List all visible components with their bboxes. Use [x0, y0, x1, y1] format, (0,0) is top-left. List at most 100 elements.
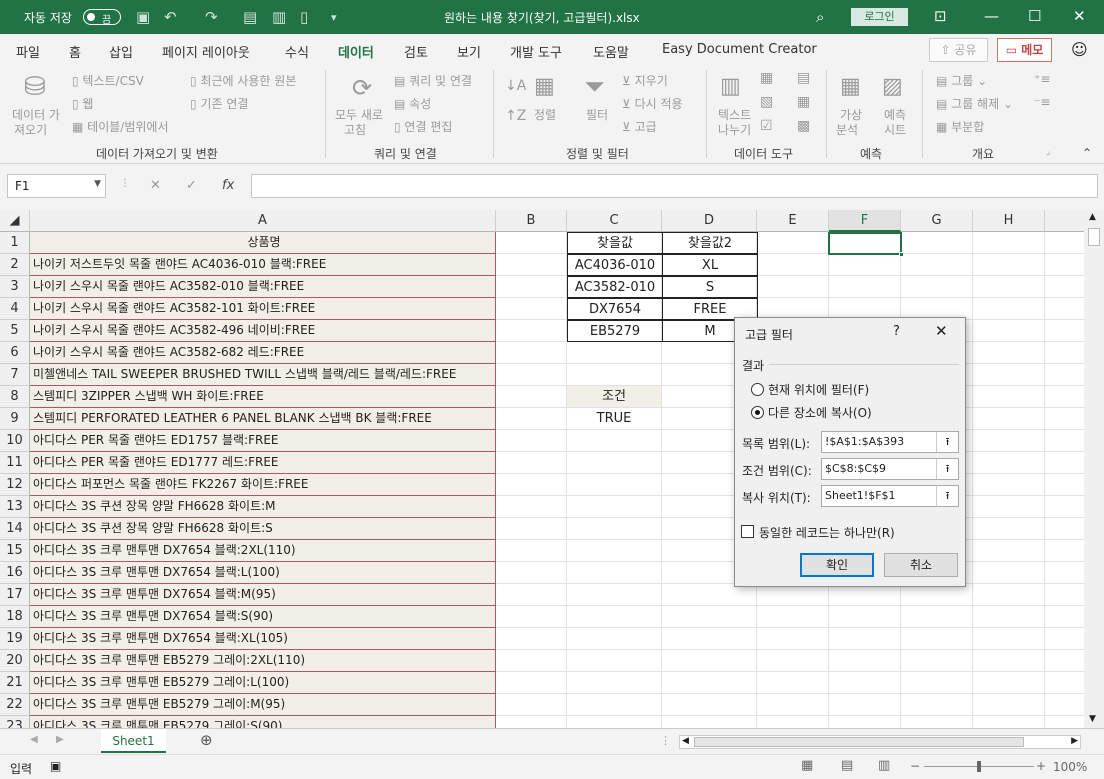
select-all-corner[interactable]: ◢: [0, 210, 30, 232]
sort-desc-icon[interactable]: ↑Z: [505, 108, 526, 124]
undo-icon[interactable]: ↶: [164, 8, 177, 26]
criteria-value-cell[interactable]: AC3582-010: [567, 276, 663, 298]
criteria-range-field[interactable]: $C$8:$C$9 ⭱: [821, 458, 959, 480]
group-button[interactable]: ▤ 그룹 ⌄: [936, 72, 987, 89]
product-name-cell[interactable]: 미첼앤네스 TAIL SWEEPER BRUSHED TWILL 스냅백 블랙/…: [30, 364, 496, 386]
tab-file[interactable]: 파일: [16, 42, 40, 61]
zoom-slider-thumb[interactable]: [977, 761, 981, 772]
column-header-a[interactable]: A: [30, 210, 496, 232]
row-header[interactable]: 4: [0, 298, 30, 320]
filter-button[interactable]: 필터: [586, 106, 608, 123]
row-header[interactable]: 8: [0, 386, 30, 408]
product-name-cell[interactable]: 아디다스 3S 크루 맨투맨 DX7654 블랙:S(90): [30, 606, 496, 628]
row-header[interactable]: 13: [0, 496, 30, 518]
close-icon[interactable]: ✕: [1073, 7, 1086, 25]
sheet-tab-sheet1[interactable]: Sheet1: [101, 729, 166, 753]
recent-sources-button[interactable]: ▯ 최근에 사용한 원본: [190, 72, 296, 89]
tab-easy-document-creator[interactable]: Easy Document Creator: [662, 42, 817, 57]
tab-developer[interactable]: 개발 도구: [510, 42, 562, 61]
product-name-cell[interactable]: 나이키 스우시 목줄 랜야드 AC3582-496 네이비:FREE: [30, 320, 496, 342]
maximize-icon[interactable]: ☐: [1028, 7, 1041, 25]
product-name-cell[interactable]: 나이키 스우시 목줄 랜야드 AC3582-101 화이트:FREE: [30, 298, 496, 320]
product-name-cell[interactable]: 스템피디 PERFORATED LEATHER 6 PANEL BLANK 스냅…: [30, 408, 496, 430]
header-cell[interactable]: 상품명: [30, 232, 496, 254]
row-header[interactable]: 11: [0, 452, 30, 474]
product-name-cell[interactable]: 아디다스 PER 목줄 랜야드 ED1777 레드:FREE: [30, 452, 496, 474]
product-name-cell[interactable]: 아디다스 3S 크루 맨투맨 DX7654 블랙:M(95): [30, 584, 496, 606]
row-header[interactable]: 3: [0, 276, 30, 298]
autosave-toggle[interactable]: 끔: [83, 9, 121, 26]
product-name-cell[interactable]: 아디다스 퍼포먼스 목줄 랜야드 FK2267 화이트:FREE: [30, 474, 496, 496]
ok-button[interactable]: 확인: [800, 553, 874, 577]
range-select-icon[interactable]: ⭱: [936, 432, 958, 452]
cancel-icon[interactable]: ✕: [150, 178, 161, 193]
insert-function-icon[interactable]: fx: [222, 178, 234, 193]
row-header[interactable]: 15: [0, 540, 30, 562]
formula-input[interactable]: [251, 174, 1098, 198]
show-detail-icon[interactable]: ⁺≡: [1034, 72, 1050, 86]
row-header[interactable]: 21: [0, 672, 30, 694]
zoom-in-icon[interactable]: +: [1036, 759, 1046, 773]
cancel-button[interactable]: 취소: [884, 553, 958, 577]
tab-formulas[interactable]: 수식: [285, 42, 309, 61]
product-name-cell[interactable]: 아디다스 3S 크루 맨투맨 EB5279 그레이:L(100): [30, 672, 496, 694]
vertical-scrollbar[interactable]: ▲ ▼: [1084, 210, 1104, 728]
ungroup-button[interactable]: ▤ 그룹 해제 ⌄: [936, 95, 1013, 112]
ribbon-display-icon[interactable]: ⊡: [934, 7, 947, 25]
fill-handle[interactable]: [899, 252, 904, 257]
list-range-field[interactable]: !$A$1:$A$393 ⭱: [821, 431, 959, 453]
row-header[interactable]: 9: [0, 408, 30, 430]
row-header[interactable]: 12: [0, 474, 30, 496]
remove-duplicates-icon[interactable]: ▧: [760, 94, 773, 110]
table-range-button[interactable]: ▦ 테이블/범위에서: [72, 118, 168, 135]
column-header-c[interactable]: C: [567, 210, 662, 232]
selected-cell-f1[interactable]: [828, 232, 902, 255]
properties-button[interactable]: ▤ 속성: [394, 95, 431, 112]
product-name-cell[interactable]: 스템피디 3ZIPPER 스냅백 WH 화이트:FREE: [30, 386, 496, 408]
text-csv-button[interactable]: ▯ 텍스트/CSV: [72, 72, 144, 89]
redo-icon[interactable]: ↷: [205, 8, 218, 26]
subtotal-button[interactable]: ▦ 부분합: [936, 118, 984, 135]
row-header[interactable]: 7: [0, 364, 30, 386]
row-header[interactable]: 22: [0, 694, 30, 716]
condition-value-cell[interactable]: TRUE: [567, 408, 662, 430]
condition-label-cell[interactable]: 조건: [567, 386, 662, 408]
product-name-cell[interactable]: 아디다스 3S 크루 맨투맨 DX7654 블랙:XL(105): [30, 628, 496, 650]
hide-detail-icon[interactable]: ⁻≡: [1034, 95, 1050, 109]
tab-data[interactable]: 데이터: [338, 42, 374, 68]
product-name-cell[interactable]: 나이키 저스트두잇 목줄 랜야드 AC4036-010 블랙:FREE: [30, 254, 496, 276]
row-header[interactable]: 6: [0, 342, 30, 364]
zoom-out-icon[interactable]: −: [910, 759, 920, 773]
advanced-button[interactable]: ⊻ 고급: [622, 118, 657, 135]
customize-icon[interactable]: ▾: [331, 11, 337, 24]
macro-record-icon[interactable]: ▣: [50, 759, 61, 773]
radio-copy-to-location[interactable]: [751, 406, 764, 419]
radio-filter-in-place[interactable]: [751, 383, 764, 396]
queries-connections-button[interactable]: ▤ 쿼리 및 연결: [394, 72, 472, 89]
product-name-cell[interactable]: 아디다스 3S 쿠션 장목 양말 FH6628 화이트:S: [30, 518, 496, 540]
product-name-cell[interactable]: 아디다스 3S 크루 맨투맨 EB5279 그레이:M(95): [30, 694, 496, 716]
range-select-icon[interactable]: ⭱: [936, 459, 958, 479]
unique-records-checkbox[interactable]: [741, 525, 754, 538]
edit-links-button[interactable]: ▯ 연결 편집: [394, 118, 452, 135]
sort-button[interactable]: 정렬: [534, 106, 556, 123]
product-name-cell[interactable]: 아디다스 3S 크루 맨투맨 EB5279 그레이:S(90): [30, 716, 496, 728]
existing-connections-button[interactable]: ▯ 기존 연결: [190, 95, 248, 112]
product-name-cell[interactable]: 나이키 스우시 목줄 랜야드 AC3582-682 레드:FREE: [30, 342, 496, 364]
save-icon[interactable]: ▣: [136, 8, 150, 26]
zoom-level[interactable]: 100%: [1053, 760, 1087, 774]
dialog-close-icon[interactable]: ✕: [935, 322, 948, 340]
data-model-icon[interactable]: ▩: [797, 118, 810, 134]
product-name-cell[interactable]: 아디다스 3S 크루 맨투맨 DX7654 블랙:2XL(110): [30, 540, 496, 562]
row-header[interactable]: 5: [0, 320, 30, 342]
enter-icon[interactable]: ✓: [186, 178, 197, 193]
criteria-value-cell[interactable]: S: [662, 276, 758, 298]
column-header-h[interactable]: H: [973, 210, 1045, 232]
flash-fill-icon[interactable]: ▦: [760, 70, 773, 86]
normal-view-icon[interactable]: ▦: [801, 758, 813, 773]
copy-to-field[interactable]: Sheet1!$F$1 ⭱: [821, 485, 959, 507]
row-header[interactable]: 14: [0, 518, 30, 540]
sort-asc-icon[interactable]: ↓A: [505, 78, 526, 94]
login-button[interactable]: 로그인: [851, 8, 908, 26]
clear-button[interactable]: ⊻ 지우기: [622, 72, 668, 89]
